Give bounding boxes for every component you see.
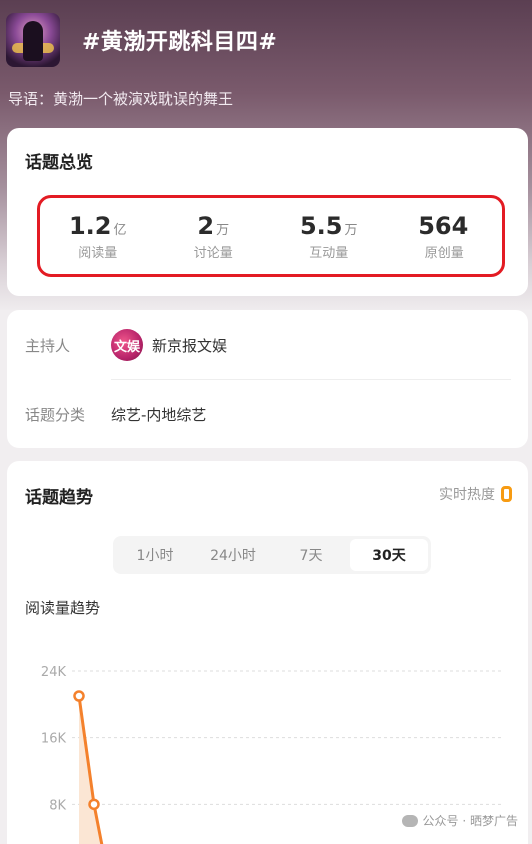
stat-discuss: 2万 讨论量 — [158, 212, 268, 261]
host-name[interactable]: 新京报文娱 — [152, 335, 227, 356]
tab-7d[interactable]: 7天 — [272, 539, 350, 571]
y-tick-label: 24K — [41, 665, 67, 680]
info-card: 主持人 文娱 新京报文娱 话题分类 综艺-内地综艺 — [7, 310, 528, 448]
tab-24h[interactable]: 24小时 — [194, 539, 272, 571]
category-label: 话题分类 — [25, 406, 86, 424]
overview-title: 话题总览 — [25, 153, 93, 173]
chart-title: 阅读量趋势 — [25, 599, 101, 617]
stat-label: 互动量 — [309, 245, 349, 261]
time-range-tabs: 1小时 24小时 7天 30天 — [113, 536, 431, 574]
stat-original: 564 原创量 — [389, 212, 499, 261]
host-label: 主持人 — [25, 336, 71, 355]
topic-guide: 导语：黄渤一个被演戏耽误的舞王 — [8, 90, 234, 108]
stat-label: 阅读量 — [78, 245, 118, 261]
stat-label: 原创量 — [424, 245, 464, 261]
stat-unit: 万 — [344, 222, 358, 238]
data-point[interactable] — [73, 690, 85, 702]
stat-number: 564 — [418, 211, 469, 240]
y-tick-label: 8K — [49, 798, 66, 813]
heat-icon — [501, 486, 512, 502]
overview-card: 话题总览 1.2 亿 阅读量 2万 讨论量 5.5 万 互动量 564 原创量 — [7, 128, 528, 296]
stat-read: 1.2 亿 阅读量 — [43, 212, 153, 261]
stat-number: 5.5 — [299, 211, 343, 240]
stat-interact: 5.5 万 互动量 — [274, 212, 384, 261]
topic-cover-image — [6, 13, 60, 67]
stat-label: 讨论量 — [193, 245, 233, 261]
trend-title: 话题趋势 — [25, 488, 93, 508]
stats-box: 1.2 亿 阅读量 2万 讨论量 5.5 万 互动量 564 原创量 — [37, 195, 505, 277]
stat-unit: 万 — [216, 222, 230, 238]
topic-title: #黄渤开跳科目四# — [82, 30, 278, 55]
realtime-label: 实时热度 — [439, 487, 495, 503]
category-row: 话题分类 综艺-内地综艺 — [25, 404, 206, 425]
wechat-icon — [401, 814, 418, 827]
stat-unit: 亿 — [113, 222, 127, 238]
trend-card: 话题趋势 实时热度 1小时 24小时 7天 30天 阅读量趋势 24K 16K 8K — [7, 461, 528, 844]
watermark: 公众号 · 晒梦广告 — [401, 812, 518, 829]
divider — [111, 379, 511, 380]
stat-number: 1.2 — [68, 211, 112, 240]
y-tick-label: 16K — [41, 732, 67, 747]
realtime-heat[interactable]: 实时热度 — [439, 484, 512, 504]
stat-number: 2 — [197, 211, 215, 240]
host-avatar[interactable]: 文娱 — [111, 329, 143, 361]
tab-30d[interactable]: 30天 — [350, 539, 428, 571]
category-value: 综艺-内地综艺 — [111, 406, 207, 424]
host-row[interactable]: 主持人 文娱 新京报文娱 — [25, 329, 227, 361]
topic-header: #黄渤开跳科目四# — [6, 12, 277, 68]
data-point[interactable] — [88, 798, 100, 811]
watermark-text: 公众号 · 晒梦广告 — [422, 814, 518, 828]
tab-1h[interactable]: 1小时 — [116, 539, 194, 571]
